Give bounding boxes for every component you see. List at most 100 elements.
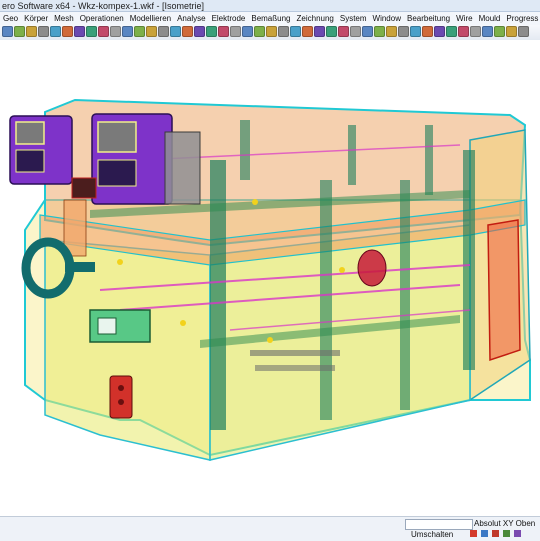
toolbar-button-icon[interactable] — [194, 26, 205, 37]
command-input[interactable] — [405, 519, 473, 530]
status-bar: Absolut XY Oben Umschalten — [0, 516, 540, 541]
mold-assembly-render — [9, 98, 531, 461]
toolbar-button-icon[interactable] — [38, 26, 49, 37]
cad-viewport[interactable] — [0, 40, 540, 516]
toolbar-button-icon[interactable] — [170, 26, 181, 37]
toolbar-button-icon[interactable] — [338, 26, 349, 37]
window-title: ero Software x64 - Wkz-kompex-1.wkf - [I… — [2, 1, 205, 11]
toolbar-button-icon[interactable] — [506, 26, 517, 37]
toolbar-button-icon[interactable] — [518, 26, 529, 37]
toolbar-button-icon[interactable] — [326, 26, 337, 37]
yellow-pin-1 — [180, 320, 186, 326]
toolbar-button-icon[interactable] — [98, 26, 109, 37]
toolbar-button-icon[interactable] — [158, 26, 169, 37]
guide-pillar-4 — [463, 150, 475, 370]
toolbar-button-icon[interactable] — [434, 26, 445, 37]
dark-terminal — [71, 177, 97, 199]
menu-item-geo[interactable]: Geo — [0, 12, 21, 25]
toolbar-button-icon[interactable] — [62, 26, 73, 37]
gray-rod-1 — [250, 350, 340, 356]
toolbar-button-icon[interactable] — [374, 26, 385, 37]
toolbar-button-icon[interactable] — [470, 26, 481, 37]
toolbar-button-icon[interactable] — [14, 26, 25, 37]
toolbar-button-icon[interactable] — [266, 26, 277, 37]
title-bar: ero Software x64 - Wkz-kompex-1.wkf - [I… — [0, 0, 540, 12]
toolbar-button-icon[interactable] — [86, 26, 97, 37]
menu-item-analyse[interactable]: Analyse — [174, 12, 208, 25]
toolbar-button-icon[interactable] — [2, 26, 13, 37]
menu-item-bema-ung[interactable]: Bemaßung — [248, 12, 293, 25]
toolbar-button-icon[interactable] — [422, 26, 433, 37]
toolbar-button-icon[interactable] — [398, 26, 409, 37]
red-plug — [109, 375, 133, 419]
toolbar-button-icon[interactable] — [146, 26, 157, 37]
toolbar-button-icon[interactable] — [26, 26, 37, 37]
toolbar-button-icon[interactable] — [386, 26, 397, 37]
menu-item-k-rper[interactable]: Körper — [21, 12, 51, 25]
purple-connector-right-window-2 — [97, 159, 137, 187]
red-plug-hole-1 — [118, 385, 124, 391]
toolbar-button-icon[interactable] — [182, 26, 193, 37]
status-warning-icon[interactable] — [470, 530, 477, 537]
toolbar-button-icon[interactable] — [350, 26, 361, 37]
toolbar-button-icon[interactable] — [122, 26, 133, 37]
yellow-pin-4 — [252, 199, 258, 205]
menu-item-zeichnung[interactable]: Zeichnung — [294, 12, 337, 25]
toolbar-button-icon[interactable] — [254, 26, 265, 37]
toolbar — [0, 25, 540, 41]
toolbar-button-icon[interactable] — [494, 26, 505, 37]
toolbar-button-icon[interactable] — [362, 26, 373, 37]
toolbar-button-icon[interactable] — [302, 26, 313, 37]
yellow-pin-5 — [117, 259, 123, 265]
guide-pillar-5 — [240, 120, 250, 180]
toolbar-button-icon[interactable] — [134, 26, 145, 37]
menu-item-progress[interactable]: Progress — [503, 12, 540, 25]
gray-connector-housing — [164, 131, 201, 205]
toolbar-button-icon[interactable] — [290, 26, 301, 37]
menu-bar: Geo Körper Mesh Operationen Modellieren Analy… — [0, 12, 540, 26]
guide-pillar-7 — [425, 125, 433, 195]
guide-pillar-3 — [400, 180, 410, 410]
red-plug-hole-2 — [118, 399, 124, 405]
red-disc — [357, 249, 387, 287]
menu-item-mould[interactable]: Mould — [476, 12, 504, 25]
menu-item-modellieren[interactable]: Modellieren — [127, 12, 174, 25]
toolbar-button-icon[interactable] — [50, 26, 61, 37]
yellow-pin-3 — [339, 267, 345, 273]
menu-item-wire[interactable]: Wire — [453, 12, 475, 25]
mode-indicator: Umschalten — [411, 530, 454, 539]
menu-item-bearbeitung[interactable]: Bearbeitung — [404, 12, 453, 25]
toolbar-button-icon[interactable] — [458, 26, 469, 37]
coord-system-display[interactable]: Absolut XY Oben — [474, 519, 540, 528]
toolbar-button-icon[interactable] — [446, 26, 457, 37]
status-info-icon[interactable] — [481, 530, 488, 537]
toolbar-button-icon[interactable] — [230, 26, 241, 37]
status-snap-icon[interactable] — [514, 530, 521, 537]
guide-pillar-6 — [348, 125, 356, 185]
menu-item-system[interactable]: System — [337, 12, 370, 25]
menu-item-window[interactable]: Window — [370, 12, 404, 25]
toolbar-button-icon[interactable] — [278, 26, 289, 37]
gray-rod-2 — [255, 365, 335, 371]
status-icons — [470, 530, 521, 537]
guide-pillar-1 — [210, 160, 226, 430]
toolbar-button-icon[interactable] — [74, 26, 85, 37]
status-stop-icon[interactable] — [492, 530, 499, 537]
toolbar-button-icon[interactable] — [110, 26, 121, 37]
purple-connector-left-window-2 — [15, 149, 45, 173]
toolbar-button-icon[interactable] — [218, 26, 229, 37]
toolbar-button-icon[interactable] — [242, 26, 253, 37]
toolbar-button-icon[interactable] — [410, 26, 421, 37]
menu-item-elektrode[interactable]: Elektrode — [209, 12, 249, 25]
toolbar-button-icon[interactable] — [482, 26, 493, 37]
red-plate-right — [487, 219, 521, 362]
menu-item-mesh[interactable]: Mesh — [51, 12, 77, 25]
eye-bolt-shank — [65, 262, 95, 272]
status-grid-icon[interactable] — [503, 530, 510, 537]
menu-item-operationen[interactable]: Operationen — [77, 12, 127, 25]
purple-connector-left-window — [15, 121, 45, 145]
guide-pillar-2 — [320, 180, 332, 420]
ejector-block-face — [97, 317, 117, 335]
toolbar-button-icon[interactable] — [206, 26, 217, 37]
toolbar-button-icon[interactable] — [314, 26, 325, 37]
